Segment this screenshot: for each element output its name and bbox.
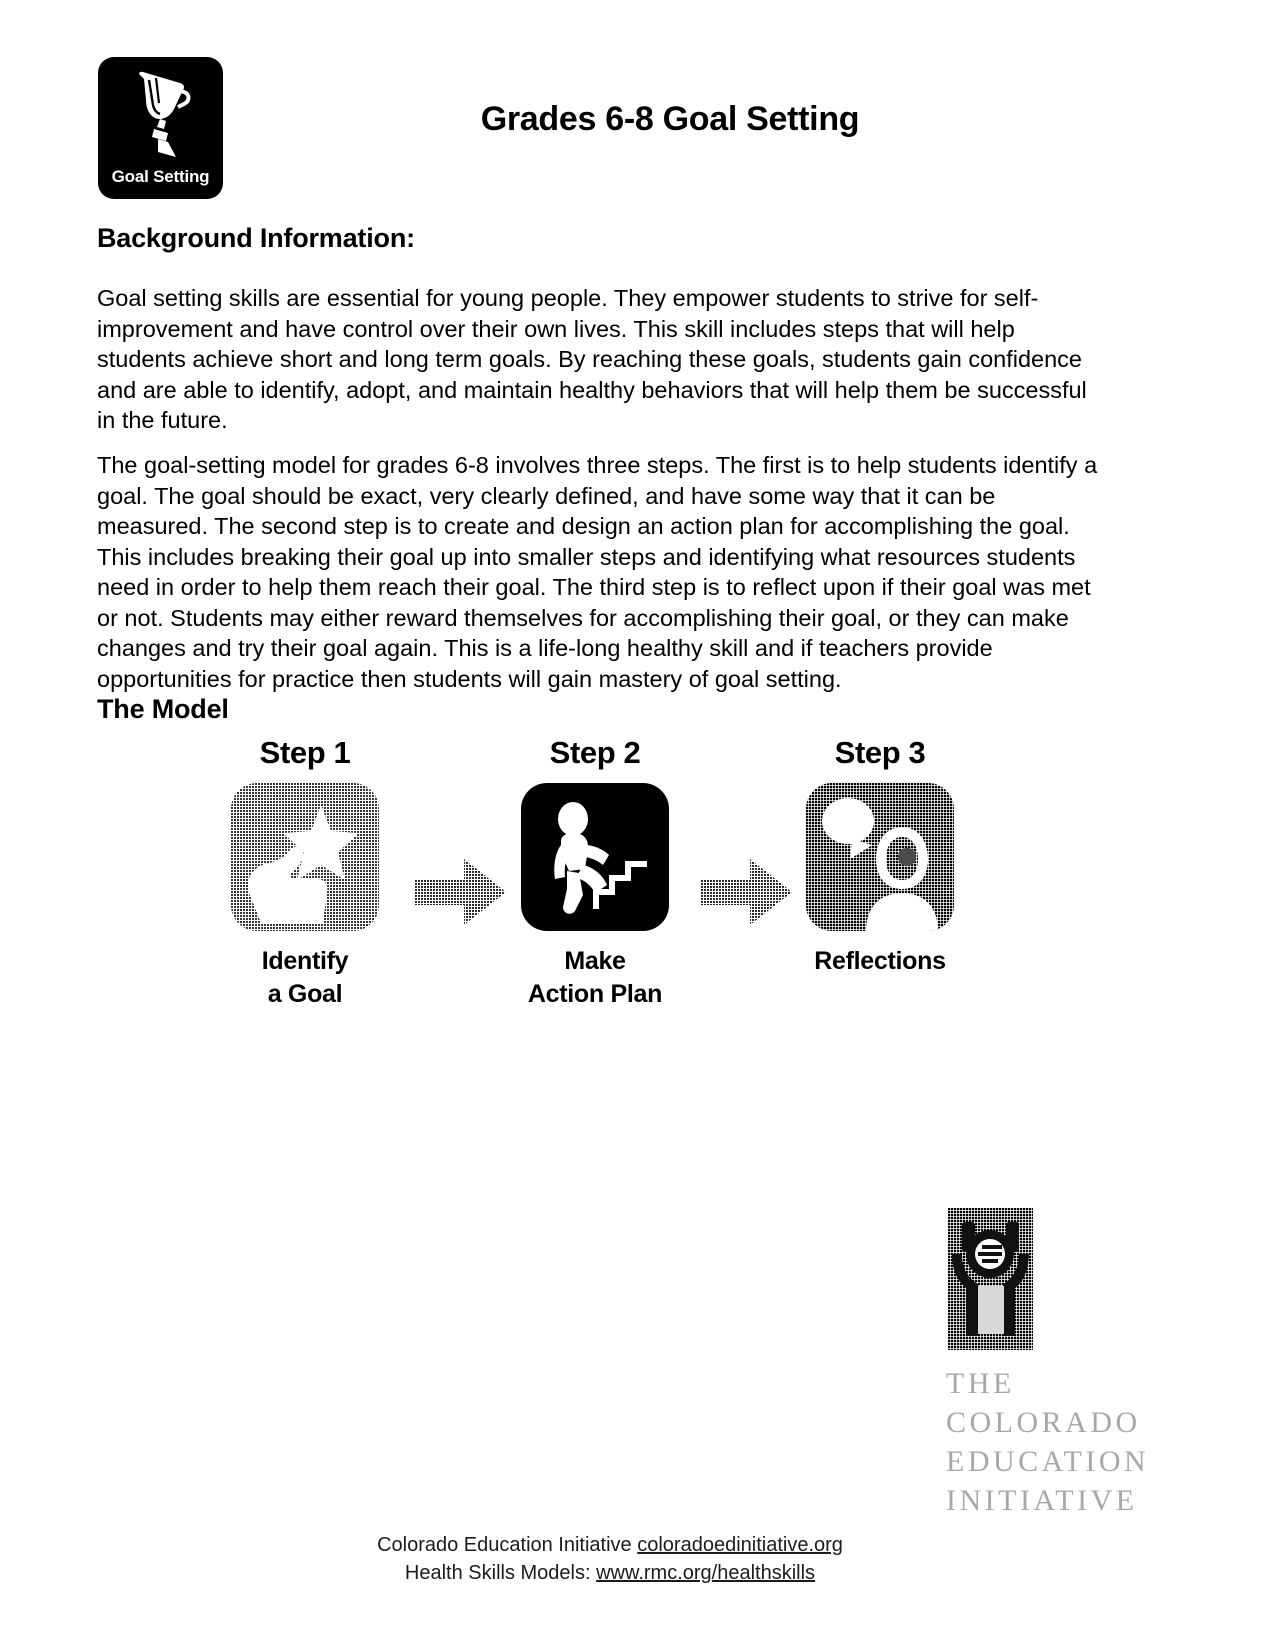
cei-emblem-icon	[948, 1208, 1033, 1350]
background-paragraph-1: Goal setting skills are essential for yo…	[97, 285, 1087, 433]
footer-line-2: Health Skills Models: www.rmc.org/health…	[160, 1559, 1060, 1587]
cei-logo-line-1: THE	[946, 1367, 1015, 1400]
step-1-label: Identify a Goal	[205, 945, 405, 1011]
page-title: Grades 6-8 Goal Setting	[480, 100, 860, 138]
step-2-icon-wrap	[521, 783, 669, 931]
step-3-label: Reflections	[780, 945, 980, 978]
step-1-label-line1: Identify	[261, 947, 349, 975]
model-step-3: Step 3 Reflections	[780, 735, 980, 978]
step-3-label-line1: Reflections	[814, 947, 946, 975]
goal-setting-badge: Goal Setting	[98, 57, 223, 199]
step-1-icon-wrap	[231, 783, 379, 931]
model-step-1: Step 1 Identify a Goal	[205, 735, 405, 1011]
cei-logo-line-4: INITIATIVE	[946, 1484, 1138, 1517]
cei-logo-line-2: COLORADO	[946, 1406, 1141, 1439]
step-3-title: Step 3	[834, 735, 926, 770]
person-with-speech-bubble-icon	[806, 783, 954, 931]
trophy-icon	[138, 71, 190, 157]
step-2-label: Make Action Plan	[495, 945, 695, 1011]
step-1-title: Step 1	[259, 735, 351, 770]
person-climbing-stairs-icon	[521, 783, 669, 931]
step-3-icon-wrap	[806, 783, 954, 931]
cei-logo: THE COLORADO EDUCATION INITIATIVE	[946, 1208, 1176, 1520]
cei-logo-line-3: EDUCATION	[946, 1445, 1150, 1478]
arrow-step1-to-step2	[414, 859, 506, 925]
footer-models-label: Health Skills Models:	[404, 1562, 597, 1584]
page-footer: Colorado Education Initiative coloradoed…	[160, 1531, 1060, 1587]
health-skills-models-link[interactable]: www.rmc.org/healthskills	[596, 1562, 815, 1584]
step-2-title: Step 2	[549, 735, 641, 770]
cei-logo-text: THE COLORADO EDUCATION INITIATIVE	[946, 1364, 1176, 1520]
background-information-heading: Background Information:	[97, 223, 415, 253]
step-2-label-line1: Make	[564, 947, 626, 975]
badge-caption: Goal Setting	[111, 167, 210, 186]
step-2-label-line2: Action Plan	[527, 980, 663, 1008]
cei-website-link[interactable]: coloradoedinitiative.org	[637, 1534, 843, 1556]
model-step-2: Step 2 Make Action Plan	[495, 735, 695, 1011]
footer-org-label: Colorado Education Initiative	[377, 1534, 638, 1556]
the-model-heading: The Model	[97, 694, 229, 724]
step-1-label-line2: a Goal	[267, 980, 343, 1008]
hand-pointing-at-star-icon	[231, 783, 379, 931]
goal-setting-model-diagram: Step 1 Identify a Goal Step 2 Make Actio…	[190, 735, 1020, 1055]
document-header: Goal Setting Grades 6-8 Goal Setting	[0, 0, 1275, 205]
footer-line-1: Colorado Education Initiative coloradoed…	[160, 1531, 1060, 1559]
document-page: Goal Setting Grades 6-8 Goal Setting Bac…	[0, 0, 1275, 1650]
background-paragraph-2: The goal-setting model for grades 6-8 in…	[97, 452, 1098, 692]
